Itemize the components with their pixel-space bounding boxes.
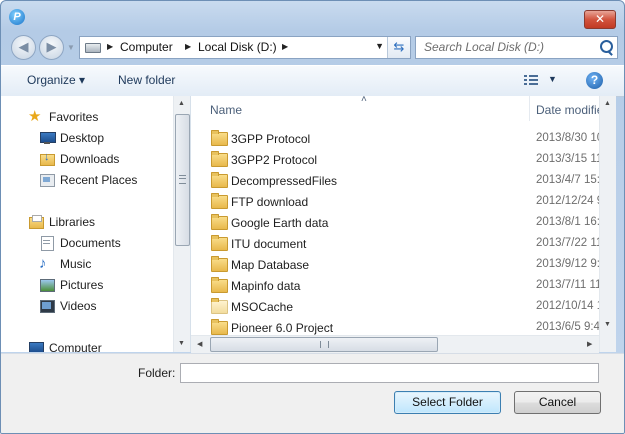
- sidebar-item-label: Desktop: [60, 131, 105, 145]
- folder-icon: [211, 277, 228, 293]
- search-box[interactable]: Search Local Disk (D:): [415, 36, 618, 59]
- folder-icon: [211, 235, 228, 251]
- folder-icon: [211, 319, 228, 335]
- downloads-icon: ↓: [39, 151, 55, 166]
- documents-icon: [39, 235, 55, 251]
- cancel-button[interactable]: Cancel: [514, 391, 601, 414]
- refresh-button[interactable]: ⇆: [387, 37, 410, 58]
- column-header-name[interactable]: Name: [210, 103, 242, 128]
- music-icon: ♪: [39, 255, 47, 272]
- folder-icon: [211, 172, 228, 188]
- address-dropdown-icon[interactable]: ▼: [375, 41, 384, 51]
- folder-icon: [211, 214, 228, 230]
- refresh-icon: ⇆: [393, 39, 405, 54]
- breadcrumb-arrow-icon[interactable]: ▶: [185, 42, 191, 51]
- grip-icon: [320, 341, 329, 348]
- sidebar-item-label: Favorites: [49, 110, 99, 124]
- organize-button[interactable]: Organize ▾: [27, 73, 85, 87]
- sidebar-item-label: Documents: [60, 236, 121, 250]
- breadcrumb-arrow-icon[interactable]: ▶: [107, 42, 113, 51]
- file-name: Pioneer 6.0 Project: [231, 321, 334, 335]
- file-name: Google Earth data: [231, 216, 329, 230]
- file-list-horizontal-scrollbar[interactable]: ◀ ▶: [191, 335, 599, 353]
- file-name: FTP download: [231, 195, 309, 209]
- star-icon: ★: [28, 108, 42, 125]
- breadcrumb-local-disk[interactable]: Local Disk (D:): [198, 40, 277, 54]
- sidebar-item-label: Libraries: [49, 215, 96, 229]
- file-list-scrollbar[interactable]: ▲ ▼: [599, 96, 616, 352]
- select-folder-button[interactable]: Select Folder: [394, 391, 501, 414]
- videos-icon: [39, 298, 55, 313]
- table-row[interactable]: DecompressedFiles 2013/4/7 15:: [191, 170, 615, 191]
- table-row[interactable]: Mapinfo data 2013/7/11 11: [191, 275, 615, 296]
- drive-icon: [85, 43, 101, 53]
- table-row[interactable]: 3GPP Protocol 2013/8/30 10: [191, 128, 615, 149]
- table-row[interactable]: MSOCache 2012/10/14 1: [191, 296, 615, 317]
- file-name: Mapinfo data: [231, 279, 301, 293]
- folder-icon: [211, 256, 228, 272]
- table-row[interactable]: ITU document 2013/7/22 11: [191, 233, 615, 254]
- scroll-left-icon[interactable]: ◀: [197, 340, 202, 348]
- recent-places-icon: [39, 172, 55, 187]
- table-row[interactable]: 3GPP2 Protocol 2013/3/15 11: [191, 149, 615, 170]
- folder-field-label: Folder:: [138, 366, 176, 380]
- breadcrumb-computer[interactable]: Computer: [120, 40, 173, 54]
- file-name: 3GPP2 Protocol: [231, 153, 318, 167]
- title-bar[interactable]: P ✕: [1, 1, 624, 31]
- scrollbar-thumb[interactable]: [175, 114, 190, 246]
- folder-icon: [211, 151, 228, 167]
- folder-icon: [211, 193, 228, 209]
- file-name: 3GPP Protocol: [231, 132, 311, 146]
- file-name: DecompressedFiles: [231, 174, 338, 188]
- scroll-up-icon[interactable]: ▲: [604, 100, 611, 107]
- back-button[interactable]: ◀: [11, 35, 36, 60]
- sidebar-item-label: Pictures: [60, 278, 104, 292]
- sidebar-item-label: Computer: [49, 341, 102, 352]
- folder-picker-dialog: P ✕ ◀ ▶ ▼ ▶ Computer ▶ Local Disk (D:) ▶…: [0, 0, 625, 434]
- app-icon: P: [9, 9, 25, 25]
- folder-field[interactable]: [180, 363, 599, 383]
- view-options-dropdown[interactable]: ▼: [548, 74, 557, 84]
- sidebar-item-label: Downloads: [60, 152, 120, 166]
- scroll-down-icon[interactable]: ▼: [604, 321, 611, 328]
- change-view-icon[interactable]: [524, 75, 538, 86]
- navigation-pane: ★ Favorites Desktop ↓ Downloads Recent P…: [1, 96, 191, 352]
- search-placeholder: Search Local Disk (D:): [424, 40, 545, 54]
- desktop-icon: [39, 130, 56, 145]
- sidebar-item-label: Recent Places: [60, 173, 138, 187]
- navigation-bar: ◀ ▶ ▼ ▶ Computer ▶ Local Disk (D:) ▶ ▼ ⇆…: [1, 31, 624, 63]
- sidebar-item-label: Music: [60, 257, 92, 271]
- forward-button[interactable]: ▶: [39, 35, 64, 60]
- scroll-up-icon[interactable]: ▲: [178, 100, 185, 107]
- file-name: MSOCache: [231, 300, 294, 314]
- folder-icon: [211, 130, 228, 146]
- sort-ascending-icon: ˄: [361, 96, 367, 105]
- scrollbar-thumb[interactable]: [210, 337, 438, 352]
- scroll-right-icon[interactable]: ▶: [587, 340, 592, 348]
- file-list: Name ˄ Date modified 3GPP Protocol 2013/8…: [191, 96, 615, 352]
- column-divider[interactable]: [529, 96, 530, 121]
- breadcrumb-arrow-icon[interactable]: ▶: [282, 42, 288, 51]
- libraries-icon: [28, 214, 44, 229]
- computer-icon: [28, 340, 44, 352]
- table-row[interactable]: Map Database 2013/9/12 9:: [191, 254, 615, 275]
- search-icon[interactable]: [600, 40, 613, 53]
- help-icon[interactable]: ?: [586, 72, 603, 89]
- pictures-icon: [39, 277, 55, 292]
- recent-pages-dropdown[interactable]: ▼: [67, 43, 75, 52]
- file-name: Map Database: [231, 258, 310, 272]
- grip-icon: [179, 175, 186, 184]
- new-folder-button[interactable]: New folder: [118, 73, 175, 87]
- close-button[interactable]: ✕: [584, 10, 616, 29]
- dialog-footer: Folder: Select Folder Cancel: [1, 353, 624, 433]
- navigation-pane-scrollbar[interactable]: ▲ ▼: [173, 96, 190, 352]
- sidebar-item-label: Videos: [60, 299, 97, 313]
- table-row[interactable]: Google Earth data 2013/8/1 16:: [191, 212, 615, 233]
- folder-icon: [211, 298, 228, 314]
- file-name: ITU document: [231, 237, 307, 251]
- scroll-down-icon[interactable]: ▼: [178, 340, 185, 347]
- command-toolbar: Organize ▾ New folder ▼ ?: [1, 65, 624, 97]
- address-bar[interactable]: ▶ Computer ▶ Local Disk (D:) ▶ ▼ ⇆: [79, 36, 411, 59]
- table-row[interactable]: FTP download 2012/12/24 9: [191, 191, 615, 212]
